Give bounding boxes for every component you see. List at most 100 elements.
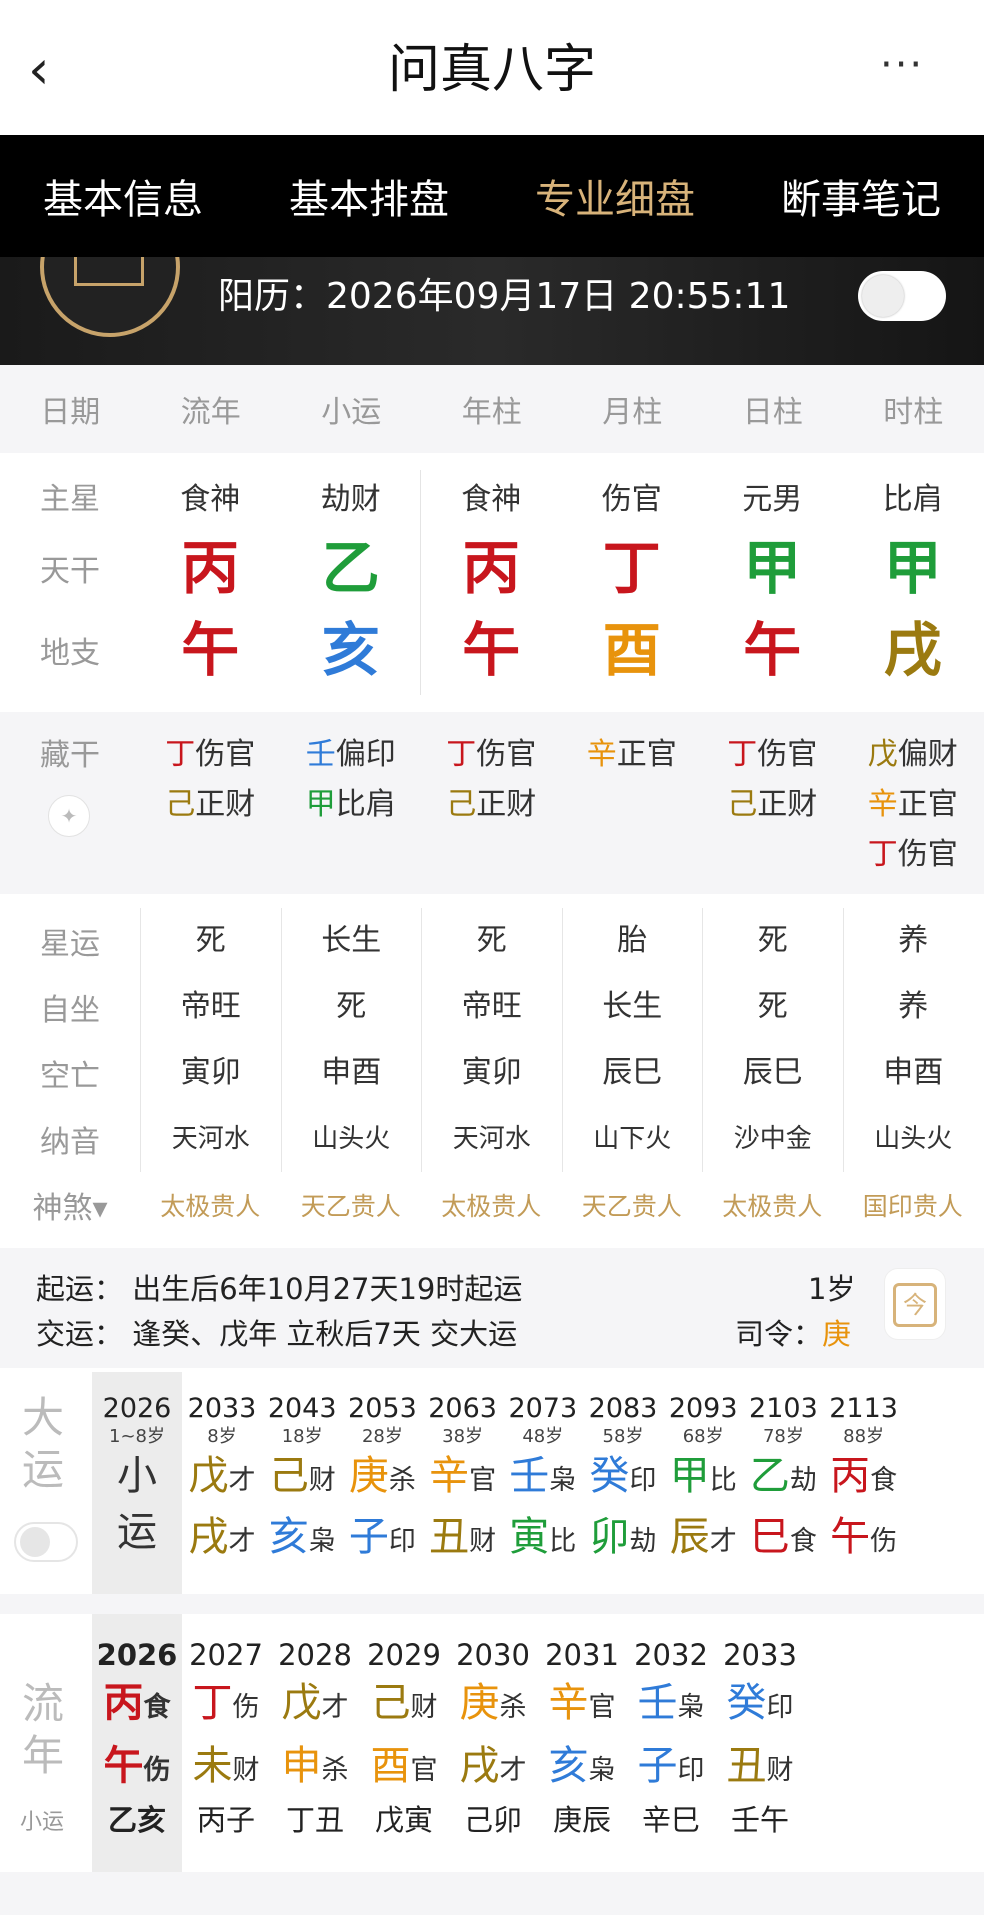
minor-luck-ganzhi: 庚辰 bbox=[552, 1803, 611, 1837]
column-header-month-pillar: 月柱 bbox=[602, 395, 663, 430]
luck-stem: 乙劫 bbox=[749, 1453, 817, 1499]
shensha-dropdown[interactable]: 神煞▾ bbox=[0, 1183, 140, 1227]
flow-year-item[interactable]: 2033 癸印 丑财 壬午 bbox=[715, 1614, 805, 1840]
major-luck-item[interactable]: 2113 88岁 丙食 午伤 bbox=[819, 1372, 909, 1570]
major-luck-item[interactable]: 2093 68岁 甲比 辰才 bbox=[658, 1372, 748, 1570]
solar-date-text: 阳历：2026年09月17日 20:55:11 bbox=[218, 276, 791, 317]
major-luck-toggle-switch[interactable] bbox=[14, 1522, 78, 1562]
luck-age: 18岁 bbox=[281, 1426, 323, 1447]
pillars-section: 主星 食神 劫财 食神 伤官 元男 比肩 天干 丙 乙 丙 丁 甲 甲 地支 午… bbox=[0, 465, 984, 691]
flow-year-item[interactable]: 2030 庚杀 戌才 己卯 bbox=[448, 1614, 538, 1840]
flow-year-item[interactable]: 2032 壬枭 子印 辛巳 bbox=[626, 1614, 716, 1840]
row-label-earthly-branch: 地支 bbox=[40, 636, 100, 671]
earthly-branch[interactable]: 午 bbox=[702, 610, 843, 690]
luck-branch: 亥枭 bbox=[268, 1514, 336, 1560]
luck-branch: 子印 bbox=[348, 1514, 416, 1560]
flow-year-number: 2032 bbox=[634, 1638, 708, 1672]
flow-year-item[interactable]: 2027 丁伤 未财 丙子 bbox=[181, 1614, 271, 1840]
flow-year-item[interactable]: 2029 己财 酉官 戊寅 bbox=[359, 1614, 449, 1840]
shensha-item[interactable]: 天乙贵人 bbox=[562, 1187, 703, 1223]
major-luck-item[interactable]: 2073 48岁 壬枭 寅比 bbox=[498, 1372, 588, 1570]
table-cell: 养 bbox=[842, 974, 984, 1040]
luck-year: 2083 bbox=[588, 1393, 658, 1424]
table-cell: 辰巳 bbox=[702, 1040, 843, 1106]
major-luck-item[interactable]: 2063 38岁 辛官 丑财 bbox=[418, 1372, 508, 1570]
flow-year-item[interactable]: 2031 辛官 亥枭 庚辰 bbox=[537, 1614, 627, 1840]
column-header-date: 日期 bbox=[40, 395, 101, 430]
more-options-icon[interactable]: ··· bbox=[880, 40, 940, 100]
luck-start-text: 起运： 出生后6年10月27天19时起运 bbox=[36, 1272, 523, 1306]
row-label: 星运 bbox=[40, 927, 100, 962]
avatar-emblem-icon bbox=[74, 257, 144, 286]
luck-age: 38岁 bbox=[442, 1426, 484, 1447]
table-cell: 辰巳 bbox=[561, 1040, 703, 1106]
heavenly-stem[interactable]: 丙 bbox=[140, 528, 281, 608]
today-button[interactable]: 今 bbox=[884, 1268, 946, 1340]
luck-age: 78岁 bbox=[762, 1426, 804, 1447]
major-luck-item[interactable]: 2103 78岁 乙劫 巳食 bbox=[738, 1372, 828, 1570]
row-label: 空亡 bbox=[40, 1059, 100, 1094]
table-row: 星运 死 长生 死 胎 死 养 bbox=[0, 908, 984, 974]
shensha-item[interactable]: 太极贵人 bbox=[421, 1187, 562, 1223]
minor-luck-ganzhi: 丙子 bbox=[196, 1803, 255, 1837]
minor-luck-ganzhi: 乙亥 bbox=[107, 1803, 166, 1837]
tab-professional-detail[interactable]: 专业细盘 bbox=[535, 167, 695, 225]
major-luck-item[interactable]: 2043 18岁 己财 亥枭 bbox=[257, 1372, 347, 1570]
shensha-item[interactable]: 天乙贵人 bbox=[281, 1187, 422, 1223]
earthly-branch[interactable]: 午 bbox=[421, 610, 562, 690]
shensha-item[interactable]: 太极贵人 bbox=[140, 1187, 281, 1223]
main-star-cell: 元男 bbox=[742, 482, 803, 517]
heavenly-stem[interactable]: 丙 bbox=[421, 528, 562, 608]
heavenly-stem[interactable]: 甲 bbox=[702, 528, 843, 608]
column-header-minor-luck: 小运 bbox=[321, 395, 382, 430]
toggle-knob bbox=[20, 1527, 50, 1557]
current-age: 1岁 bbox=[808, 1272, 856, 1306]
flow-year-branch: 未财 bbox=[192, 1743, 260, 1789]
tab-basic-chart[interactable]: 基本排盘 bbox=[289, 167, 449, 225]
major-luck-item-current[interactable]: 2026 1~8岁 小 运 bbox=[92, 1372, 182, 1560]
hidden-stems-section: 藏干 丁伤官 己正财 壬偏印 甲比肩 丁伤官 己正财 辛正官 丁伤官 己正财 戊… bbox=[0, 712, 984, 894]
earthly-branch[interactable]: 戌 bbox=[843, 610, 984, 690]
table-row: 空亡 寅卯 申酉 寅卯 辰巳 辰巳 申酉 bbox=[0, 1040, 984, 1106]
flow-year-branch: 酉官 bbox=[370, 1743, 438, 1789]
pin-icon[interactable]: ✦ bbox=[48, 795, 90, 837]
earthly-branch[interactable]: 午 bbox=[140, 610, 281, 690]
luck-stem: 庚杀 bbox=[348, 1453, 416, 1499]
major-luck-item[interactable]: 2053 28岁 庚杀 子印 bbox=[337, 1372, 427, 1570]
luck-year: 2033 bbox=[187, 1393, 257, 1424]
heavenly-stem[interactable]: 乙 bbox=[281, 528, 422, 608]
minor-luck-ganzhi: 己卯 bbox=[463, 1803, 522, 1837]
flow-year-item[interactable]: 2026 丙食 午伤 乙亥 bbox=[92, 1614, 182, 1840]
calendar-toggle-switch[interactable] bbox=[858, 271, 946, 321]
attributes-table: 星运 死 长生 死 胎 死 养 自坐 帝旺 死 帝旺 长生 死 养 空亡 寅卯 … bbox=[0, 908, 984, 1238]
flow-year-item[interactable]: 2028 戊才 申杀 丁丑 bbox=[270, 1614, 360, 1840]
major-luck-item[interactable]: 2083 58岁 癸印 卯劫 bbox=[578, 1372, 668, 1570]
table-row: 纳音 天河水 山头火 天河水 山下火 沙中金 山头火 bbox=[0, 1106, 984, 1172]
row-label-hidden-stems: 藏干 bbox=[40, 738, 100, 773]
flow-year-number: 2026 bbox=[96, 1638, 178, 1672]
shensha-item[interactable]: 太极贵人 bbox=[702, 1187, 843, 1223]
table-row: 自坐 帝旺 死 帝旺 长生 死 养 bbox=[0, 974, 984, 1040]
major-luck-item[interactable]: 2033 8岁 戊才 戌才 bbox=[177, 1372, 267, 1570]
table-cell: 养 bbox=[842, 908, 984, 974]
top-navigation-bar: ‹ 问真八字 ··· bbox=[0, 0, 984, 135]
luck-year: 2053 bbox=[348, 1393, 417, 1424]
earthly-branch[interactable]: 酉 bbox=[562, 610, 703, 690]
heavenly-stem[interactable]: 丁 bbox=[562, 528, 703, 608]
table-cell: 申酉 bbox=[280, 1040, 422, 1106]
main-star-cell: 劫财 bbox=[320, 482, 381, 517]
table-cell: 死 bbox=[702, 974, 843, 1040]
heavenly-stem[interactable]: 甲 bbox=[843, 528, 984, 608]
flow-year-number: 2031 bbox=[545, 1638, 619, 1672]
flow-year-number: 2029 bbox=[367, 1638, 441, 1672]
profile-header: 阳历：2026年09月17日 20:55:11 bbox=[0, 257, 984, 365]
shensha-item[interactable]: 国印贵人 bbox=[843, 1187, 984, 1223]
earthly-branch[interactable]: 亥 bbox=[281, 610, 422, 690]
hidden-stem-cell: 丁伤官 己正财 bbox=[165, 737, 256, 822]
luck-age: 1~8岁 bbox=[109, 1426, 165, 1447]
avatar[interactable] bbox=[40, 257, 180, 337]
tab-notes[interactable]: 断事笔记 bbox=[781, 167, 941, 225]
row-label: 纳音 bbox=[40, 1125, 100, 1160]
tab-basic-info[interactable]: 基本信息 bbox=[43, 167, 203, 225]
table-cell: 帝旺 bbox=[140, 974, 281, 1040]
